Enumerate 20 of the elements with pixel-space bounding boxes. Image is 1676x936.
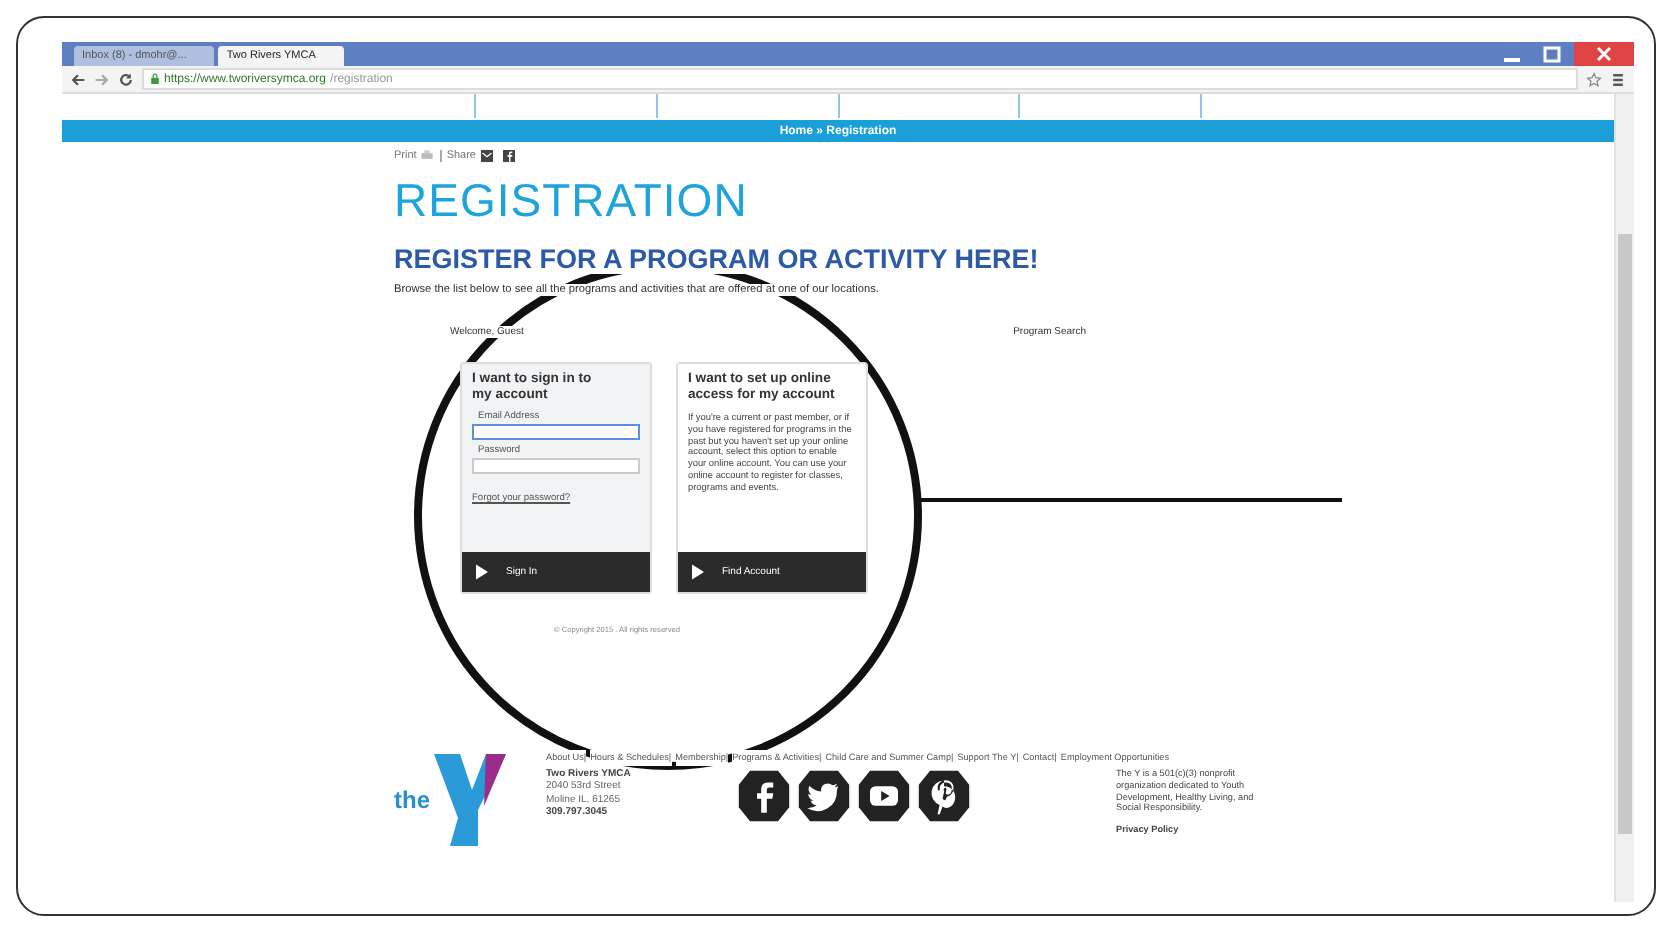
page-subtitle: REGISTER FOR A PROGRAM OR ACTIVITY HERE! [394, 244, 1039, 274]
lock-icon [150, 72, 160, 86]
facebook-icon[interactable] [736, 768, 792, 824]
back-icon[interactable] [70, 71, 86, 87]
scrollbar[interactable] [1614, 94, 1634, 902]
pinterest-icon[interactable] [916, 768, 972, 824]
play-icon [692, 564, 704, 580]
close-icon[interactable] [1574, 42, 1634, 66]
page-title: REGISTRATION [394, 176, 750, 224]
email-icon[interactable] [480, 150, 494, 162]
reload-icon[interactable] [118, 71, 134, 87]
facebook-icon[interactable] [502, 150, 516, 162]
youtube-icon[interactable] [856, 768, 912, 824]
maximize-icon[interactable] [1542, 44, 1562, 64]
input-field[interactable] [472, 424, 640, 440]
twitter-icon[interactable] [796, 768, 852, 824]
input-field[interactable] [472, 458, 640, 474]
play-icon [476, 564, 488, 580]
star-icon[interactable] [1586, 71, 1602, 87]
menu-icon[interactable] [1610, 71, 1626, 87]
